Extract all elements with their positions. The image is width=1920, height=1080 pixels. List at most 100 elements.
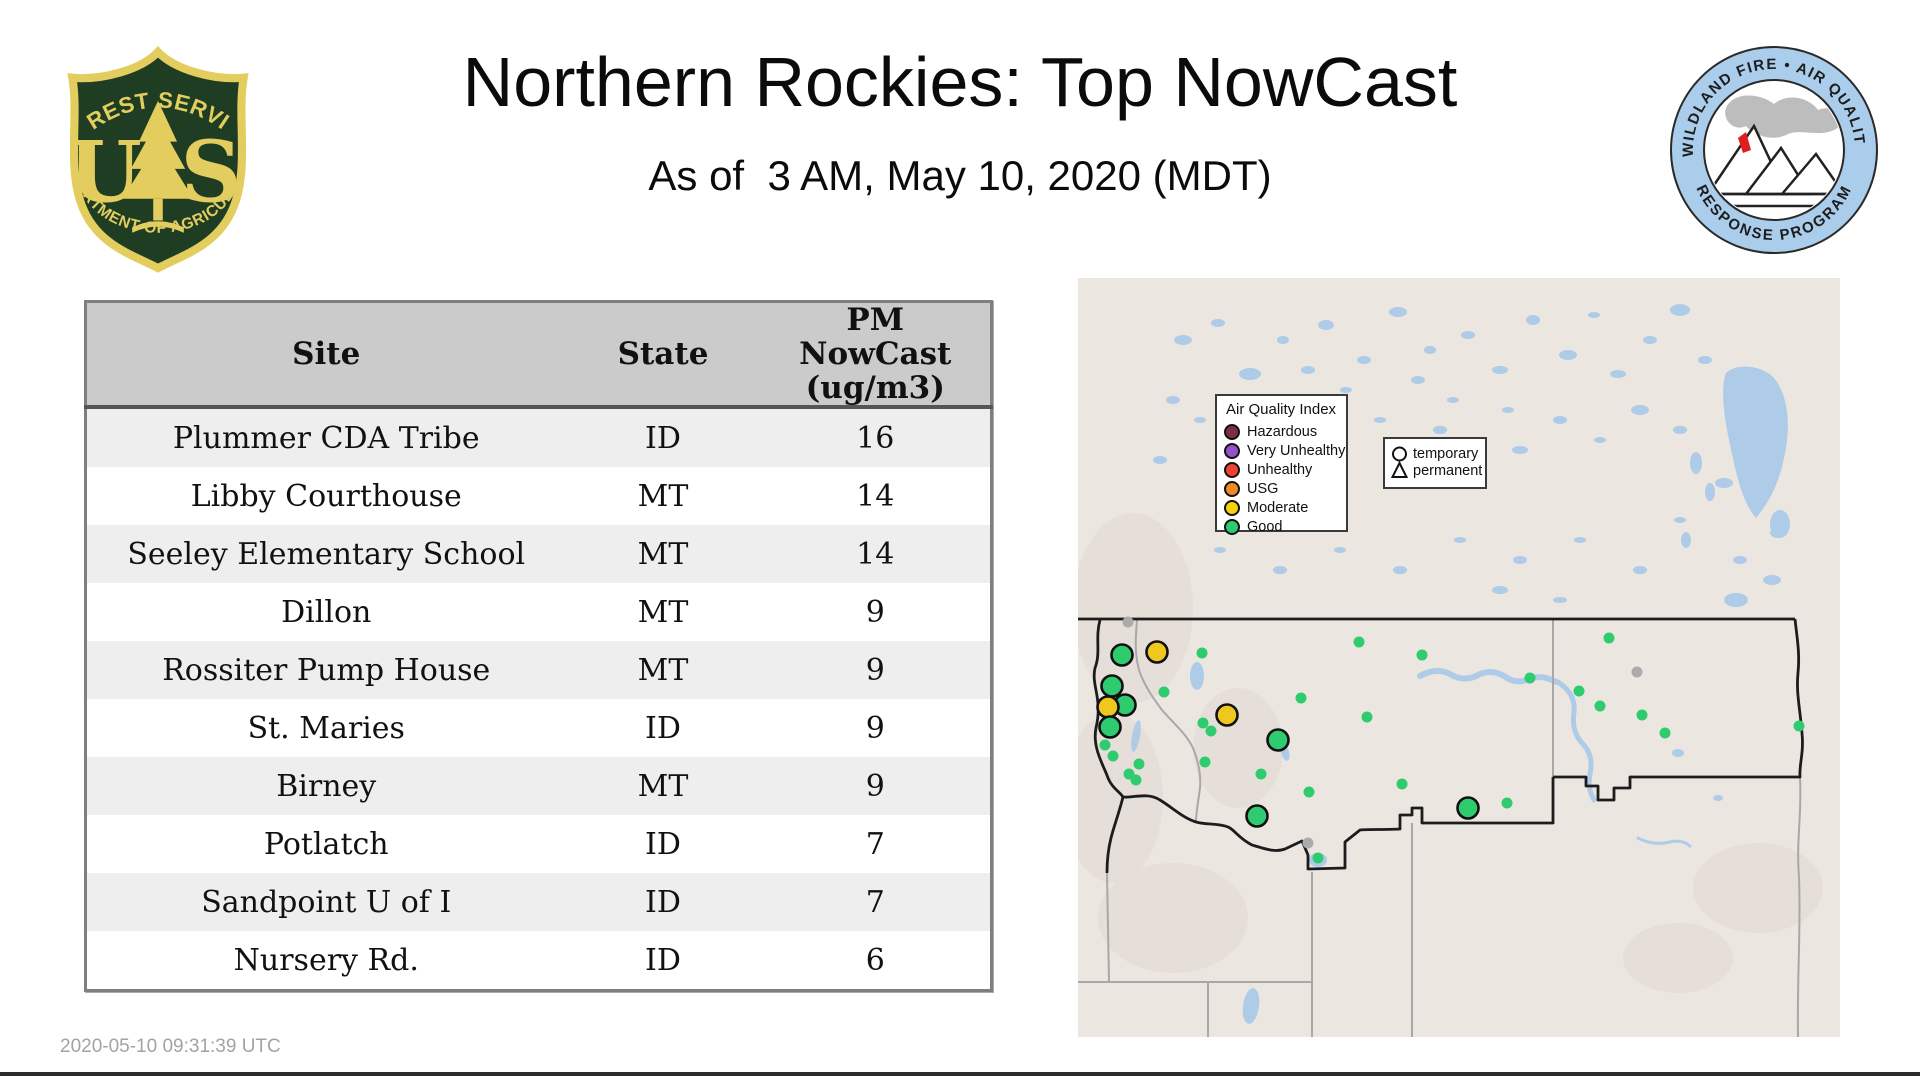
permanent-site-marker	[1794, 721, 1805, 732]
state-cell: MT	[566, 525, 761, 583]
temporary-marker-icon	[1393, 448, 1406, 461]
permanent-site-marker	[1604, 633, 1615, 644]
aqi-category-label: Good	[1247, 519, 1282, 535]
pm-cell: 14	[761, 467, 992, 525]
pm-cell: 9	[761, 583, 992, 641]
table-row: DillonMT9	[86, 583, 992, 641]
marker-type-glyphs	[1391, 445, 1408, 481]
aqi-category-label: Unhealthy	[1247, 462, 1312, 478]
temporary-site-marker	[1147, 642, 1168, 663]
permanent-site-marker	[1354, 637, 1365, 648]
nowcast-table: Site State PMNowCast(ug/m3) Plummer CDA …	[84, 300, 990, 992]
aqi-legend-items: Hazardous Very Unhealthy Unhealthy USGModer…	[1224, 422, 1346, 536]
permanent-site-marker	[1131, 775, 1142, 786]
marker-type-legend: temporary permanent	[1383, 437, 1487, 489]
temporary-site-marker	[1098, 697, 1119, 718]
site-column-header: Site	[86, 302, 566, 408]
air-quality-map: Air Quality Index Hazardous Very Unhealth…	[1078, 278, 1840, 1037]
nowcast-table-body: Plummer CDA TribeID16Libby CourthouseMT1…	[86, 407, 992, 991]
aqi-legend-item: Good	[1224, 517, 1346, 536]
pm-cell: 9	[761, 757, 992, 815]
permanent-marker-icon	[1393, 463, 1407, 477]
table-row: Nursery Rd.ID6	[86, 931, 992, 991]
state-cell: ID	[566, 931, 761, 991]
permanent-site-marker	[1100, 740, 1111, 751]
permanent-site-marker	[1304, 787, 1315, 798]
temporary-site-marker	[1102, 676, 1123, 697]
site-cell: Rossiter Pump House	[86, 641, 566, 699]
permanent-site-marker	[1134, 759, 1145, 770]
permanent-site-marker	[1313, 853, 1324, 864]
site-cell: Seeley Elementary School	[86, 525, 566, 583]
aqi-legend-item: Unhealthy	[1224, 460, 1346, 479]
state-cell: MT	[566, 583, 761, 641]
pm-cell: 9	[761, 641, 992, 699]
temporary-site-marker	[1100, 717, 1121, 738]
aqi-legend-item: Hazardous	[1224, 422, 1346, 441]
permanent-site-marker	[1197, 648, 1208, 659]
permanent-site-marker	[1525, 673, 1536, 684]
permanent-site-marker	[1502, 798, 1513, 809]
bottom-border	[0, 1072, 1920, 1076]
aqi-category-label: Hazardous	[1247, 424, 1317, 440]
report-page: FOREST SERVICE U S DEPARTMENT OF AGRICUL…	[0, 0, 1920, 1080]
permanent-site-marker	[1108, 751, 1119, 762]
temporary-site-marker	[1268, 730, 1289, 751]
permanent-site-marker	[1198, 718, 1209, 729]
site-cell: Nursery Rd.	[86, 931, 566, 991]
permanent-site-marker	[1256, 769, 1267, 780]
table-row: PotlatchID7	[86, 815, 992, 873]
table-row: Libby CourthouseMT14	[86, 467, 992, 525]
table-row: Sandpoint U of IID7	[86, 873, 992, 931]
site-cell: Dillon	[86, 583, 566, 641]
permanent-site-marker	[1362, 712, 1373, 723]
site-cell: St. Maries	[86, 699, 566, 757]
aqi-color-dot-icon	[1224, 424, 1240, 440]
table-row: Plummer CDA TribeID16	[86, 407, 992, 467]
temporary-label: temporary	[1413, 446, 1482, 463]
temporary-site-marker	[1458, 798, 1479, 819]
permanent-site-marker	[1417, 650, 1428, 661]
permanent-site-marker	[1595, 701, 1606, 712]
state-cell: MT	[566, 641, 761, 699]
pm-cell: 9	[761, 699, 992, 757]
wfaqrp-badge-icon: WILDLAND FIRE • AIR QUALITY RESPONSE PRO…	[1668, 44, 1880, 256]
site-cell: Sandpoint U of I	[86, 873, 566, 931]
table-row: St. MariesID9	[86, 699, 992, 757]
basemap	[1078, 278, 1840, 1037]
aqi-legend-item: USG	[1224, 479, 1346, 498]
state-cell: ID	[566, 815, 761, 873]
permanent-site-marker	[1296, 693, 1307, 704]
aqi-color-dot-icon	[1224, 500, 1240, 516]
aqi-legend-item: Moderate	[1224, 498, 1346, 517]
permanent-label: permanent	[1413, 463, 1482, 480]
state-cell: MT	[566, 467, 761, 525]
temporary-site-marker	[1217, 705, 1238, 726]
pm-cell: 7	[761, 873, 992, 931]
permanent-site-marker	[1200, 757, 1211, 768]
permanent-site-marker	[1123, 617, 1134, 628]
state-cell: MT	[566, 757, 761, 815]
aqi-category-label: Very Unhealthy	[1247, 443, 1345, 459]
temporary-site-marker	[1112, 645, 1133, 666]
aqi-color-dot-icon	[1224, 443, 1240, 459]
aqi-legend-title: Air Quality Index	[1226, 401, 1346, 418]
pm-cell: 6	[761, 931, 992, 991]
permanent-site-marker	[1206, 726, 1217, 737]
site-cell: Libby Courthouse	[86, 467, 566, 525]
pm-cell: 14	[761, 525, 992, 583]
page-title: Northern Rockies: Top NowCast	[0, 42, 1920, 122]
pm-cell: 7	[761, 815, 992, 873]
permanent-site-marker	[1637, 710, 1648, 721]
permanent-site-marker	[1660, 728, 1671, 739]
permanent-site-marker	[1303, 838, 1314, 849]
table-row: Seeley Elementary SchoolMT14	[86, 525, 992, 583]
site-cell: Plummer CDA Tribe	[86, 407, 566, 467]
permanent-site-marker	[1574, 686, 1585, 697]
site-cell: Birney	[86, 757, 566, 815]
table-row: BirneyMT9	[86, 757, 992, 815]
aqi-category-label: USG	[1247, 481, 1278, 497]
table-header-row: Site State PMNowCast(ug/m3)	[86, 302, 992, 408]
wfaqrp-logo: WILDLAND FIRE • AIR QUALITY RESPONSE PRO…	[1668, 44, 1880, 261]
aqi-legend-item: Very Unhealthy	[1224, 441, 1346, 460]
